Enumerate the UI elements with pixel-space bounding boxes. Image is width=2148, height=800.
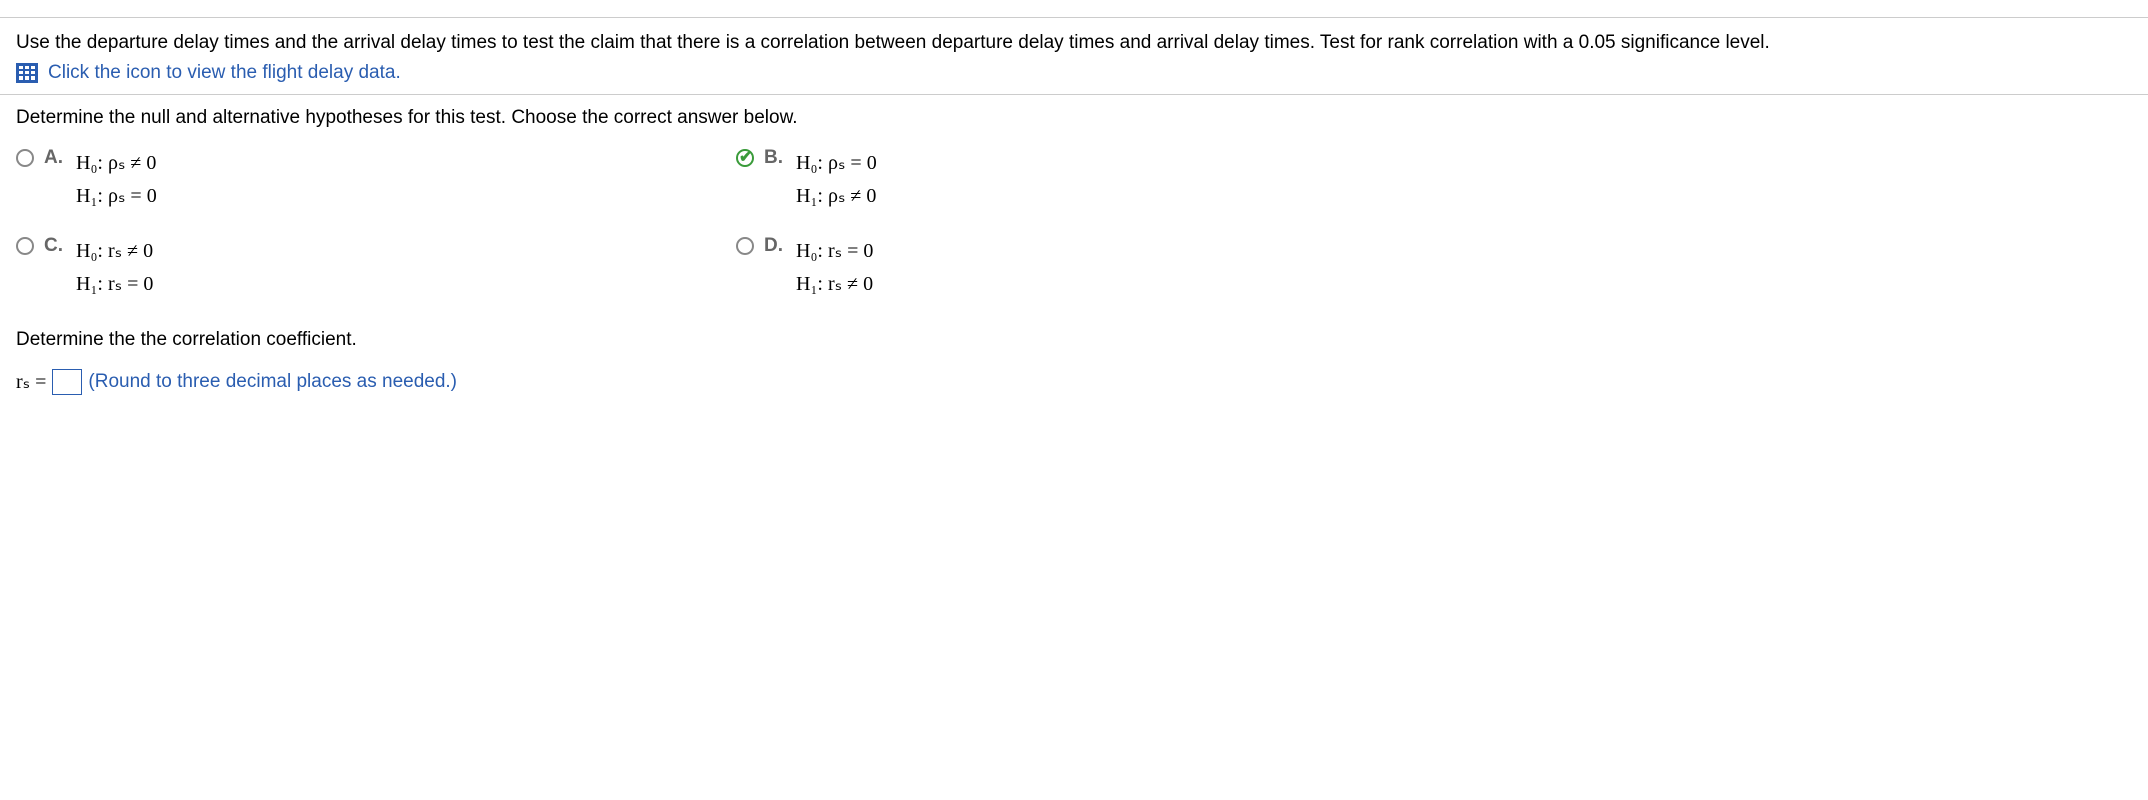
option-b[interactable]: B. H₀: ρₛ = 0 H₁: ρₛ ≠ 0 bbox=[736, 147, 1416, 213]
option-c-h0: H₀: rₛ ≠ 0 bbox=[76, 235, 153, 268]
option-a-hypotheses: H₀: ρₛ ≠ 0 H₁: ρₛ = 0 bbox=[76, 147, 157, 213]
rs-variable: rₛ = bbox=[16, 369, 46, 394]
option-b-h1: H₁: ρₛ ≠ 0 bbox=[796, 180, 877, 213]
question-content: Use the departure delay times and the ar… bbox=[0, 18, 2148, 407]
coefficient-prompt: Determine the the correlation coefficien… bbox=[16, 329, 2132, 351]
option-c-label: C. bbox=[44, 235, 66, 257]
top-bar bbox=[0, 0, 2148, 18]
data-link-row: Click the icon to view the flight delay … bbox=[16, 62, 2132, 84]
rounding-hint: (Round to three decimal places as needed… bbox=[88, 371, 457, 393]
option-a-h0: H₀: ρₛ ≠ 0 bbox=[76, 147, 157, 180]
option-d-label: D. bbox=[764, 235, 786, 257]
option-d-h0: H₀: rₛ = 0 bbox=[796, 235, 873, 268]
option-b-hypotheses: H₀: ρₛ = 0 H₁: ρₛ ≠ 0 bbox=[796, 147, 877, 213]
data-link-text[interactable]: Click the icon to view the flight delay … bbox=[48, 62, 401, 84]
hypotheses-prompt: Determine the null and alternative hypot… bbox=[16, 107, 2132, 129]
option-d-h1: H₁: rₛ ≠ 0 bbox=[796, 268, 873, 301]
option-a[interactable]: A. H₀: ρₛ ≠ 0 H₁: ρₛ = 0 bbox=[16, 147, 696, 213]
radio-a[interactable] bbox=[16, 149, 34, 167]
option-d[interactable]: D. H₀: rₛ = 0 H₁: rₛ ≠ 0 bbox=[736, 235, 1416, 301]
divider bbox=[0, 94, 2148, 95]
choices-grid: A. H₀: ρₛ ≠ 0 H₁: ρₛ = 0 B. H₀: ρₛ = 0 H… bbox=[16, 147, 1416, 301]
option-c-h1: H₁: rₛ = 0 bbox=[76, 268, 153, 301]
radio-c[interactable] bbox=[16, 237, 34, 255]
option-b-label: B. bbox=[764, 147, 786, 169]
option-c-hypotheses: H₀: rₛ ≠ 0 H₁: rₛ = 0 bbox=[76, 235, 153, 301]
radio-d[interactable] bbox=[736, 237, 754, 255]
data-table-icon[interactable] bbox=[16, 63, 38, 83]
rs-input[interactable] bbox=[52, 369, 82, 395]
option-a-label: A. bbox=[44, 147, 66, 169]
option-b-h0: H₀: ρₛ = 0 bbox=[796, 147, 877, 180]
intro-paragraph: Use the departure delay times and the ar… bbox=[16, 30, 2132, 56]
answer-row: rₛ = (Round to three decimal places as n… bbox=[16, 369, 2132, 395]
option-a-h1: H₁: ρₛ = 0 bbox=[76, 180, 157, 213]
option-c[interactable]: C. H₀: rₛ ≠ 0 H₁: rₛ = 0 bbox=[16, 235, 696, 301]
option-d-hypotheses: H₀: rₛ = 0 H₁: rₛ ≠ 0 bbox=[796, 235, 873, 301]
radio-b[interactable] bbox=[736, 149, 754, 167]
